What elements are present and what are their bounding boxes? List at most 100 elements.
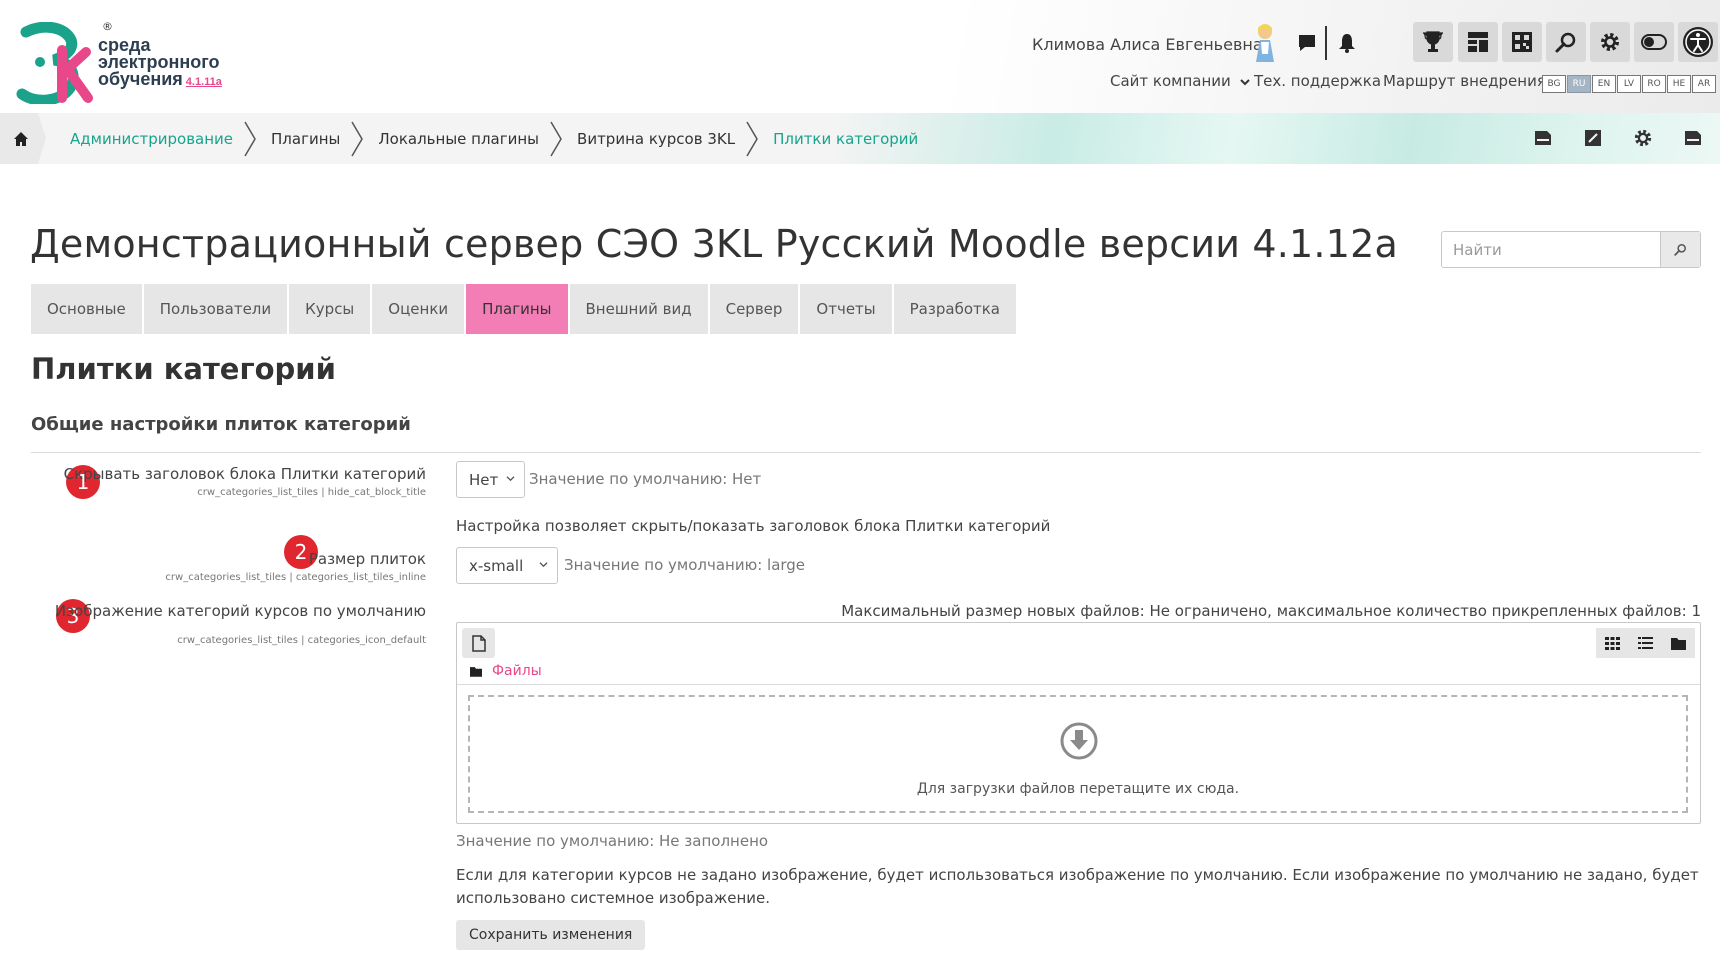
home-icon [14, 131, 28, 146]
tile-size-select-value: x-small [469, 556, 524, 575]
settings-button[interactable] [1590, 22, 1630, 62]
top-header: ® среда электронного обучения 4.1.11a Кли… [0, 0, 1720, 113]
view-grid-button[interactable] [1596, 628, 1629, 658]
accessibility-button[interactable] [1678, 22, 1718, 62]
breadcrumb-item-local-plugins[interactable]: Локальные плагины [364, 130, 549, 148]
support-link[interactable]: Тех. поддержка [1254, 72, 1381, 90]
add-file-button[interactable] [462, 628, 495, 658]
trophy-button[interactable] [1413, 22, 1453, 62]
view-switcher [1596, 628, 1695, 658]
edit-mode-button[interactable] [1580, 125, 1606, 151]
chevron-down-icon [506, 476, 515, 482]
setting-label-hide-title: Скрывать заголовок блока Плитки категори… [63, 465, 426, 483]
hide-title-select[interactable]: Нет [456, 461, 525, 498]
tab-plugins[interactable]: Плагины [466, 284, 568, 334]
language-option-en[interactable]: EN [1592, 75, 1616, 93]
tab-grades[interactable]: Оценки [372, 284, 465, 334]
gear-icon [1634, 129, 1652, 147]
toggle-icon [1641, 34, 1667, 50]
tab-general[interactable]: Основные [31, 284, 142, 334]
gear-icon [1601, 33, 1619, 51]
breadcrumb-item-course-showcase[interactable]: Витрина курсов 3KL [563, 130, 745, 148]
tab-users[interactable]: Пользователи [143, 284, 288, 334]
chat-icon[interactable] [1293, 26, 1321, 60]
file-manager: Файлы Для загрузки файлов перетащите их … [456, 622, 1701, 824]
tab-server[interactable]: Сервер [709, 284, 799, 334]
card-icon [1685, 131, 1701, 145]
language-option-bg[interactable]: BG [1542, 75, 1566, 93]
tab-development[interactable]: Разработка [893, 284, 1016, 334]
subsection-title: Общие настройки плиток категорий [31, 414, 411, 435]
files-label[interactable]: Файлы [492, 663, 542, 679]
tab-appearance[interactable]: Внешний вид [569, 284, 708, 334]
list-icon [1638, 636, 1653, 649]
accessibility-icon [1683, 27, 1713, 57]
setting-label-tile-size: Размер плиток [308, 550, 426, 568]
file-icon [471, 634, 486, 652]
chevron-down-icon [539, 562, 548, 568]
bell-icon[interactable] [1333, 26, 1361, 60]
view-tree-button[interactable] [1662, 628, 1695, 658]
search-icon [1555, 32, 1576, 53]
setting-key-hide-title: crw_categories_list_tiles | hide_cat_blo… [197, 487, 426, 498]
language-switcher: BG RU EN LV RO HE AR [1542, 75, 1717, 93]
default-tile-size: Значение по умолчанию: large [564, 556, 806, 574]
description-default-image: Если для категории курсов не задано изоб… [456, 866, 1699, 907]
hide-title-select-value: Нет [469, 470, 499, 489]
implementation-route-link[interactable]: Маршрут внедрения [1383, 72, 1546, 90]
search-input[interactable] [1442, 232, 1660, 267]
folder-icon [470, 666, 482, 677]
registered-mark: ® [102, 20, 113, 33]
chevron-right-icon [244, 121, 256, 156]
logo-3kl-icon [16, 22, 93, 104]
default-hide-title: Значение по умолчанию: Нет [529, 470, 762, 488]
search-submit-button[interactable] [1660, 232, 1700, 267]
setting-key-default-image: crw_categories_list_tiles | categories_i… [177, 635, 426, 646]
dashboard-button[interactable] [1458, 22, 1498, 62]
home-button[interactable] [0, 113, 46, 164]
tab-reports[interactable]: Отчеты [800, 284, 892, 334]
tile-size-select[interactable]: x-small [456, 547, 558, 584]
setting-label-default-image: Изображение категорий курсов по умолчани… [54, 602, 426, 620]
language-option-lv[interactable]: LV [1617, 75, 1641, 93]
view-list-button[interactable] [1629, 628, 1662, 658]
page-title: Демонстрационный сервер СЭО 3KL Русский … [30, 222, 1398, 266]
language-option-ru[interactable]: RU [1567, 75, 1591, 93]
search-button[interactable] [1546, 22, 1586, 62]
save-state-button[interactable] [1530, 125, 1556, 151]
save-changes-button[interactable]: Сохранить изменения [456, 920, 646, 950]
page-settings-button[interactable] [1630, 125, 1656, 151]
file-manager-toolbar: Файлы [457, 623, 1700, 685]
theme-toggle-button[interactable] [1634, 22, 1674, 62]
file-dropzone[interactable]: Для загрузки файлов перетащите их сюда. [468, 695, 1688, 813]
breadcrumb-item-plugins[interactable]: Плагины [257, 130, 350, 148]
tab-courses[interactable]: Курсы [289, 284, 371, 334]
folder-icon [1671, 637, 1686, 650]
language-option-he[interactable]: HE [1667, 75, 1691, 93]
qr-icon [1512, 32, 1532, 52]
breadcrumb-item-admin[interactable]: Администрирование [56, 130, 243, 148]
blocks-drawer-button[interactable] [1680, 125, 1706, 151]
dropzone-text: Для загрузки файлов перетащите их сюда. [916, 781, 1240, 797]
card-icon [1535, 131, 1551, 145]
divider [31, 452, 1701, 453]
language-option-ro[interactable]: RO [1642, 75, 1666, 93]
company-site-link[interactable]: Сайт компании [1110, 72, 1250, 90]
trophy-icon [1423, 31, 1443, 52]
search-icon [1674, 244, 1686, 256]
dashboard-icon [1468, 32, 1488, 52]
edit-icon [1585, 130, 1601, 146]
section-title: Плитки категорий [31, 352, 336, 386]
user-avatar[interactable] [1250, 22, 1280, 64]
language-option-ar[interactable]: AR [1692, 75, 1716, 93]
chevron-right-icon [746, 121, 758, 156]
logo-text: среда электронного обучения 4.1.11a [98, 35, 222, 89]
chevron-down-icon [1239, 79, 1250, 86]
chevron-right-icon [550, 121, 562, 156]
qr-button[interactable] [1502, 22, 1542, 62]
setting-key-tile-size: crw_categories_list_tiles | categories_l… [165, 572, 426, 583]
user-name[interactable]: Климова Алиса Евгеньевна [1032, 35, 1263, 54]
breadcrumb-bar: Администрирование Плагины Локальные плаг… [0, 113, 1720, 164]
file-path[interactable]: Файлы [470, 663, 542, 679]
logo[interactable]: ® среда электронного обучения 4.1.11a [14, 20, 234, 106]
